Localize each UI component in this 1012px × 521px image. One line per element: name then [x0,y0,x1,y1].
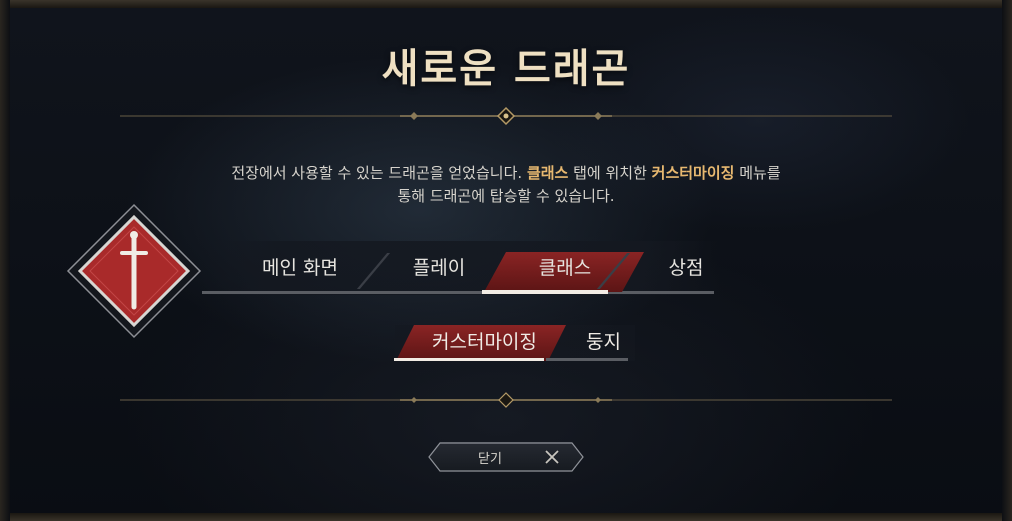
close-button-label: 닫기 [478,452,502,467]
message-text: 메뉴를 [734,164,781,182]
sword-emblem-icon [66,203,202,339]
message-text: 통해 드래곤에 탑승할 수 있습니다. [397,187,615,205]
frame-edge-top [0,0,1012,8]
subtab-nest[interactable]: 둥지 [586,327,621,359]
subtab-customizing[interactable]: 커스터마이징 [432,327,537,359]
active-tab-indicator [482,290,608,294]
message-highlight-class: 클래스 [526,164,569,182]
title-divider [120,106,892,126]
message-text: 전장에서 사용할 수 있는 드래곤을 얻었습니다. [231,164,527,182]
tab-play[interactable]: 플레이 [394,250,484,290]
footer-divider [120,392,892,408]
dialog-title: 새로운 드래곤 [381,46,631,92]
close-icon[interactable] [543,448,561,466]
dialog-message: 전장에서 사용할 수 있는 드래곤을 얻었습니다. 클래스 탭에 위치한 커스터… [150,162,862,208]
frame-edge-bottom [0,513,1012,521]
main-tab-underline [202,291,714,294]
message-text: 탭에 위치한 [568,164,652,182]
message-highlight-customizing: 커스터마이징 [651,164,735,182]
tab-shop[interactable]: 상점 [646,250,726,290]
tab-main-screen[interactable]: 메인 화면 [248,250,352,290]
tab-class[interactable]: 클래스 [520,250,610,290]
